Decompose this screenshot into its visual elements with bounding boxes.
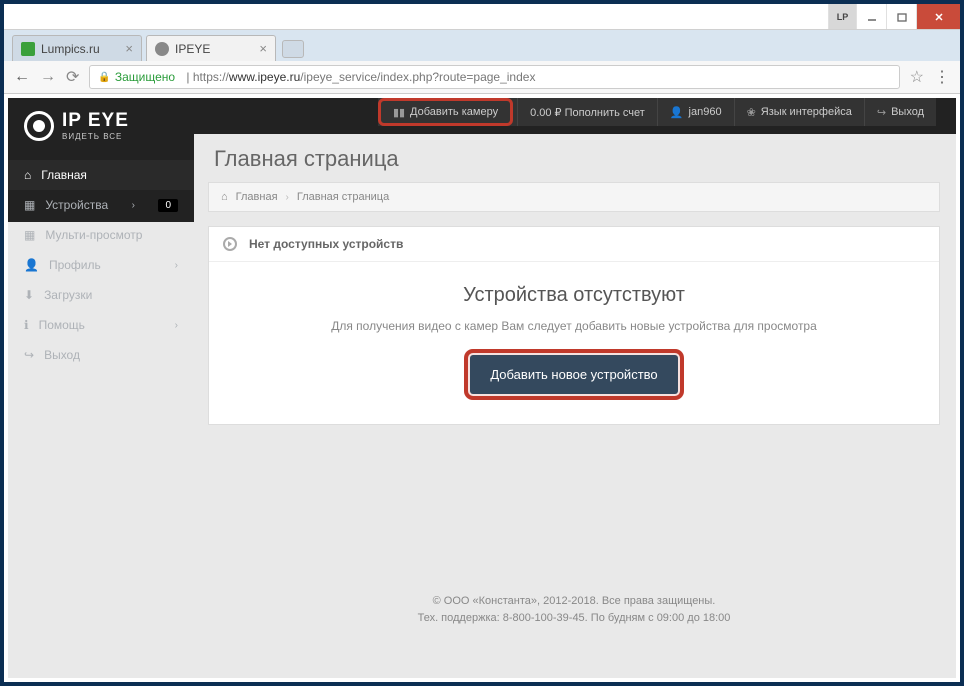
devices-count-badge: 0 bbox=[158, 199, 178, 212]
sidebar-item-multiview[interactable]: ▦Мульти-просмотр bbox=[8, 220, 194, 250]
home-icon: ⌂ bbox=[221, 191, 228, 203]
grid-icon: ▦ bbox=[24, 198, 35, 212]
logout-button[interactable]: ↪Выход bbox=[864, 98, 936, 126]
lp-indicator: LP bbox=[828, 4, 856, 29]
chevron-right-icon: › bbox=[175, 320, 178, 331]
download-icon: ⬇ bbox=[24, 288, 34, 302]
play-circle-icon bbox=[223, 237, 237, 251]
user-icon: 👤 bbox=[670, 106, 684, 119]
chevron-right-icon: › bbox=[132, 200, 135, 211]
empty-state-description: Для получения видео с камер Вам следует … bbox=[229, 319, 919, 333]
top-actions: ▮▮Добавить камеру 0.00 ₽ Пополнить счет … bbox=[378, 98, 936, 126]
main-area: Главная страница ⌂ Главная › Главная стр… bbox=[194, 134, 956, 634]
panel-header-text: Нет доступных устройств bbox=[249, 237, 403, 251]
breadcrumb: ⌂ Главная › Главная страница bbox=[208, 182, 940, 212]
balance-button[interactable]: 0.00 ₽ Пополнить счет bbox=[517, 98, 657, 126]
url-domain: www.ipeye.ru bbox=[229, 70, 300, 84]
browser-window: LP Lumpics.ru × IPEYE × ← → ⟳ 🔒 Защищено… bbox=[0, 0, 964, 686]
chevron-right-icon: › bbox=[175, 260, 178, 271]
camera-icon: ▮▮ bbox=[393, 106, 405, 119]
new-tab-button[interactable] bbox=[282, 40, 304, 58]
user-button[interactable]: 👤jan960 bbox=[657, 98, 734, 126]
tab-lumpics[interactable]: Lumpics.ru × bbox=[12, 35, 142, 61]
page-footer: © ООО «Константа», 2012-2018. Все права … bbox=[208, 585, 940, 634]
maximize-button[interactable] bbox=[886, 4, 916, 29]
copyright-text: © ООО «Константа», 2012-2018. Все права … bbox=[208, 593, 940, 610]
tab-close-icon[interactable]: × bbox=[125, 41, 133, 56]
breadcrumb-item: Главная страница bbox=[297, 191, 389, 203]
url-separator: | bbox=[183, 70, 193, 84]
browser-toolbar: ← → ⟳ 🔒 Защищено | https:// www.ipeye.ru… bbox=[4, 61, 960, 94]
tab-ipeye[interactable]: IPEYE × bbox=[146, 35, 276, 61]
sidebar-item-home[interactable]: ⌂Главная bbox=[8, 160, 194, 190]
chevron-right-icon: › bbox=[286, 192, 289, 203]
globe-icon: ❀ bbox=[747, 106, 756, 119]
secure-label: Защищено bbox=[115, 70, 175, 84]
panel-body: Устройства отсутствуют Для получения вид… bbox=[209, 262, 939, 424]
tab-close-icon[interactable]: × bbox=[259, 41, 267, 56]
window-close-button[interactable] bbox=[916, 4, 960, 29]
back-button[interactable]: ← bbox=[14, 68, 30, 86]
address-bar[interactable]: 🔒 Защищено | https:// www.ipeye.ru /ipey… bbox=[89, 65, 899, 89]
add-device-button[interactable]: Добавить новое устройство bbox=[470, 355, 677, 394]
sidebar-item-profile[interactable]: 👤Профиль› bbox=[8, 250, 194, 280]
grid-icon: ▦ bbox=[24, 228, 35, 242]
browser-tabstrip: Lumpics.ru × IPEYE × bbox=[4, 30, 960, 61]
user-icon: 👤 bbox=[24, 258, 39, 272]
sidebar: ⌂Главная ▦Устройства›0 ▦Мульти-просмотр … bbox=[8, 160, 194, 222]
minimize-button[interactable] bbox=[856, 4, 886, 29]
browser-menu-button[interactable]: ⋮ bbox=[934, 67, 950, 87]
sidebar-item-exit[interactable]: ↪Выход bbox=[8, 340, 194, 370]
favicon-icon bbox=[155, 42, 169, 56]
breadcrumb-item[interactable]: Главная bbox=[236, 191, 278, 203]
sidebar-item-devices[interactable]: ▦Устройства›0 bbox=[8, 190, 194, 220]
home-icon: ⌂ bbox=[24, 168, 31, 182]
reload-button[interactable]: ⟳ bbox=[66, 67, 79, 87]
add-camera-button[interactable]: ▮▮Добавить камеру bbox=[378, 98, 513, 126]
sidebar-item-help[interactable]: ℹПомощь› bbox=[8, 310, 194, 340]
exit-icon: ↪ bbox=[877, 106, 886, 119]
forward-button[interactable]: → bbox=[40, 68, 56, 86]
url-path: /ipeye_service/index.php?route=page_inde… bbox=[300, 70, 535, 84]
language-button[interactable]: ❀Язык интерфейса bbox=[734, 98, 864, 126]
sidebar-item-downloads[interactable]: ⬇Загрузки bbox=[8, 280, 194, 310]
support-text: Тех. поддержка: 8-800-100-39-45. По будн… bbox=[208, 610, 940, 627]
app-header: IP EYE ВИДЕТЬ ВСЕ ▮▮Добавить камеру 0.00… bbox=[8, 98, 956, 222]
devices-panel: Нет доступных устройств Устройства отсут… bbox=[208, 226, 940, 425]
info-icon: ℹ bbox=[24, 318, 29, 332]
panel-header: Нет доступных устройств bbox=[209, 227, 939, 262]
page-content: IP EYE ВИДЕТЬ ВСЕ ▮▮Добавить камеру 0.00… bbox=[8, 98, 956, 678]
eye-icon bbox=[24, 111, 54, 141]
url-protocol: https:// bbox=[193, 70, 229, 84]
logo-text: IP EYE bbox=[62, 110, 129, 132]
favicon-icon bbox=[21, 42, 35, 56]
window-titlebar: LP bbox=[4, 4, 960, 30]
page-title: Главная страница bbox=[214, 146, 940, 172]
bookmark-star-icon[interactable]: ☆ bbox=[910, 67, 924, 87]
app-logo[interactable]: IP EYE ВИДЕТЬ ВСЕ bbox=[24, 110, 129, 141]
empty-state-title: Устройства отсутствуют bbox=[229, 284, 919, 307]
tab-label: Lumpics.ru bbox=[41, 42, 100, 56]
lock-icon: 🔒 bbox=[98, 72, 110, 83]
exit-icon: ↪ bbox=[24, 348, 34, 362]
logo-subtitle: ВИДЕТЬ ВСЕ bbox=[62, 132, 129, 141]
tab-label: IPEYE bbox=[175, 42, 210, 56]
